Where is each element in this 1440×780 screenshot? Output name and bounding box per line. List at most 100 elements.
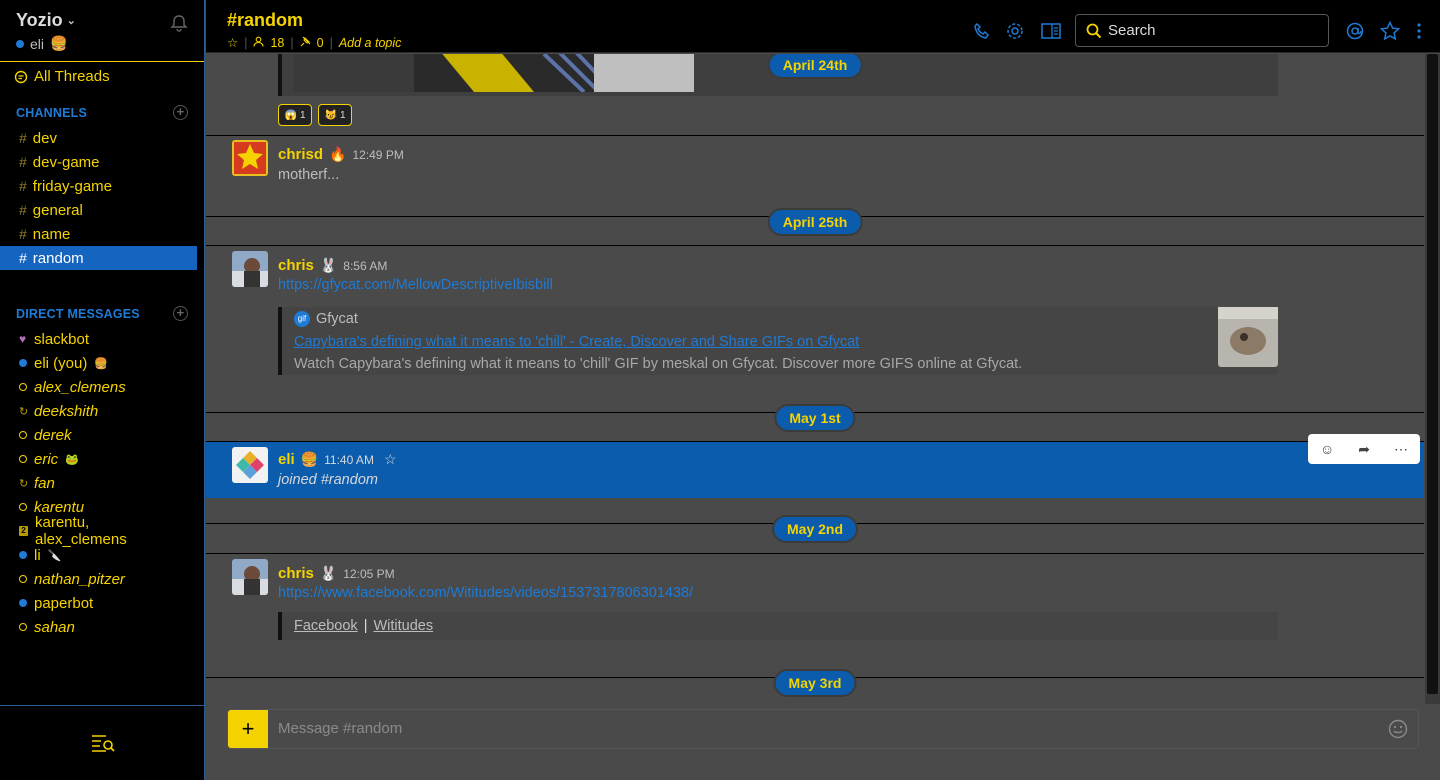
dm-item-sahan[interactable]: sahan xyxy=(0,615,204,639)
message-link[interactable]: https://www.facebook.com/Wititudes/video… xyxy=(278,585,693,601)
current-user-name: eli xyxy=(30,35,45,52)
sidebar-toggle-icon[interactable] xyxy=(1041,22,1061,40)
channels-title: CHANNELS xyxy=(16,105,88,120)
dm-item-slackbot[interactable]: ♥ slackbot xyxy=(0,327,204,351)
sidebar-channel-dev-game[interactable]: # dev-game xyxy=(0,150,197,174)
message-input[interactable]: Message #random xyxy=(278,720,402,737)
presence-away-icon xyxy=(19,383,27,391)
presence-away-icon xyxy=(19,431,27,439)
link-unfurl: gif Gfycat Capybara's defining what it m… xyxy=(278,307,1278,375)
image-preview[interactable] xyxy=(294,54,694,92)
dm-item-nathan-pitzer[interactable]: nathan_pitzer xyxy=(0,567,204,591)
sidebar: Yozio ⌄ eli 🍔 All Threads CHANNELS + # de… xyxy=(0,0,205,780)
pin-icon[interactable] xyxy=(300,36,311,50)
message-scrollbar[interactable] xyxy=(1425,54,1440,704)
presence-away-icon xyxy=(19,503,27,511)
dm-item-paperbot[interactable]: paperbot xyxy=(0,591,204,615)
quick-switcher-icon[interactable] xyxy=(90,733,116,753)
channel-list: # dev # dev-game # friday-game # general # na… xyxy=(0,126,204,270)
unfurl-thumbnail[interactable] xyxy=(1218,307,1278,367)
team-name-label: Yozio xyxy=(16,10,63,30)
more-vertical-icon[interactable] xyxy=(1414,22,1424,40)
dm-label: eric xyxy=(34,450,59,468)
author-name[interactable]: chris xyxy=(278,257,314,274)
channel-label: dev xyxy=(32,129,57,147)
bell-icon[interactable] xyxy=(170,14,188,32)
avatar[interactable] xyxy=(232,447,268,483)
timestamp[interactable]: 8:56 AM xyxy=(343,259,387,273)
add-topic-link[interactable]: Add a topic xyxy=(339,36,402,50)
channel-title[interactable]: #random xyxy=(227,10,303,31)
sidebar-channel-general[interactable]: # general xyxy=(0,198,197,222)
member-count[interactable]: 18 xyxy=(270,36,284,50)
dm-label: nathan_pitzer xyxy=(34,570,125,588)
dm-label: paperbot xyxy=(34,594,94,612)
external-user-icon: ↻ xyxy=(19,477,29,490)
search-placeholder: Search xyxy=(1108,22,1156,39)
reaction-cat[interactable]: 😼 1 xyxy=(318,104,352,126)
presence-away-icon xyxy=(19,455,27,463)
reaction-scream[interactable]: 😱 1 xyxy=(278,104,312,126)
unfurl-source: Facebook | Wititudes xyxy=(294,618,433,634)
link-unfurl: Facebook | Wititudes xyxy=(278,612,1278,640)
add-attachment-button[interactable]: + xyxy=(228,710,268,748)
hash-icon: # xyxy=(19,226,27,242)
star-message-icon[interactable]: ☆ xyxy=(384,451,397,468)
members-icon[interactable] xyxy=(253,36,265,50)
avatar[interactable] xyxy=(232,140,268,176)
timestamp[interactable]: 11:40 AM xyxy=(324,453,374,467)
message-eli-joined[interactable]: eli 🍔 11:40 AM ☆ joined #random ☺ ➦ ⋯ xyxy=(206,434,1424,498)
message-composer[interactable]: + Message #random xyxy=(227,709,1419,749)
unfurl-description: Watch Capybara's defining what it means … xyxy=(294,356,1023,372)
dm-item-eric[interactable]: eric 🐸 xyxy=(0,447,204,471)
emoji-picker-icon[interactable] xyxy=(1388,719,1408,739)
mentions-icon[interactable] xyxy=(1346,22,1364,40)
message-chrisd[interactable]: chrisd 🔥 12:49 PM motherf... xyxy=(206,136,1424,216)
search-icon xyxy=(1086,23,1102,38)
message-chris-facebook[interactable]: chris 🐰 12:05 PM https://www.facebook.co… xyxy=(206,554,1424,674)
avatar[interactable] xyxy=(232,251,268,287)
author-name[interactable]: chrisd xyxy=(278,146,323,163)
more-actions-icon[interactable]: ⋯ xyxy=(1394,441,1408,458)
avatar[interactable] xyxy=(232,559,268,595)
team-name[interactable]: Yozio ⌄ xyxy=(16,10,188,31)
channels-header[interactable]: CHANNELS + xyxy=(0,105,204,120)
direct-messages-header[interactable]: DIRECT MESSAGES + xyxy=(0,306,204,321)
dm-item-alex-clemens[interactable]: alex_clemens xyxy=(0,375,204,399)
sidebar-channel-name[interactable]: # name xyxy=(0,222,197,246)
add-dm-icon[interactable]: + xyxy=(173,306,188,321)
pin-count[interactable]: 0 xyxy=(317,36,324,50)
sidebar-channel-random[interactable]: # random xyxy=(0,246,197,270)
dm-item-eli[interactable]: eli (you) 🍔 xyxy=(0,351,204,375)
message-link[interactable]: https://gfycat.com/MellowDescriptiveIbis… xyxy=(278,277,553,293)
gear-icon[interactable] xyxy=(1006,22,1024,40)
add-channel-icon[interactable]: + xyxy=(173,105,188,120)
unfurl-title-link[interactable]: Capybara's defining what it means to 'ch… xyxy=(294,334,859,350)
unfurl-author-link[interactable]: Wititudes xyxy=(373,618,433,634)
unfurl-site-link[interactable]: Facebook xyxy=(294,618,358,634)
all-threads-link[interactable]: All Threads xyxy=(0,64,204,89)
sidebar-channel-dev[interactable]: # dev xyxy=(0,126,197,150)
author-name[interactable]: chris xyxy=(278,565,314,582)
add-reaction-icon[interactable]: ☺ xyxy=(1320,441,1334,457)
hash-icon: # xyxy=(19,178,27,194)
dm-item-deekshith[interactable]: ↻ deekshith xyxy=(0,399,204,423)
author-name[interactable]: eli xyxy=(278,451,295,468)
team-header[interactable]: Yozio ⌄ eli 🍔 xyxy=(0,0,204,62)
dm-item-fan[interactable]: ↻ fan xyxy=(0,471,204,495)
author-status-emoji: 🔥 xyxy=(329,146,347,162)
dm-item-derek[interactable]: derek xyxy=(0,423,204,447)
search-input[interactable]: Search xyxy=(1075,14,1329,47)
star-icon[interactable]: ☆ xyxy=(227,35,238,50)
share-message-icon[interactable]: ➦ xyxy=(1358,441,1370,458)
sidebar-channel-friday-game[interactable]: # friday-game xyxy=(0,174,197,198)
starred-items-icon[interactable] xyxy=(1380,21,1400,41)
dm-item-group[interactable]: 2 karentu, alex_clemens xyxy=(0,514,204,548)
heart-icon: ♥ xyxy=(19,332,27,346)
dm-label: eli (you) xyxy=(34,354,88,372)
scrollbar-thumb[interactable] xyxy=(1427,54,1438,694)
phone-icon[interactable] xyxy=(973,22,991,40)
timestamp[interactable]: 12:05 PM xyxy=(343,567,394,581)
timestamp[interactable]: 12:49 PM xyxy=(352,148,403,162)
message-chris-gfycat[interactable]: chris 🐰 8:56 AM https://gfycat.com/Mello… xyxy=(206,246,1424,414)
